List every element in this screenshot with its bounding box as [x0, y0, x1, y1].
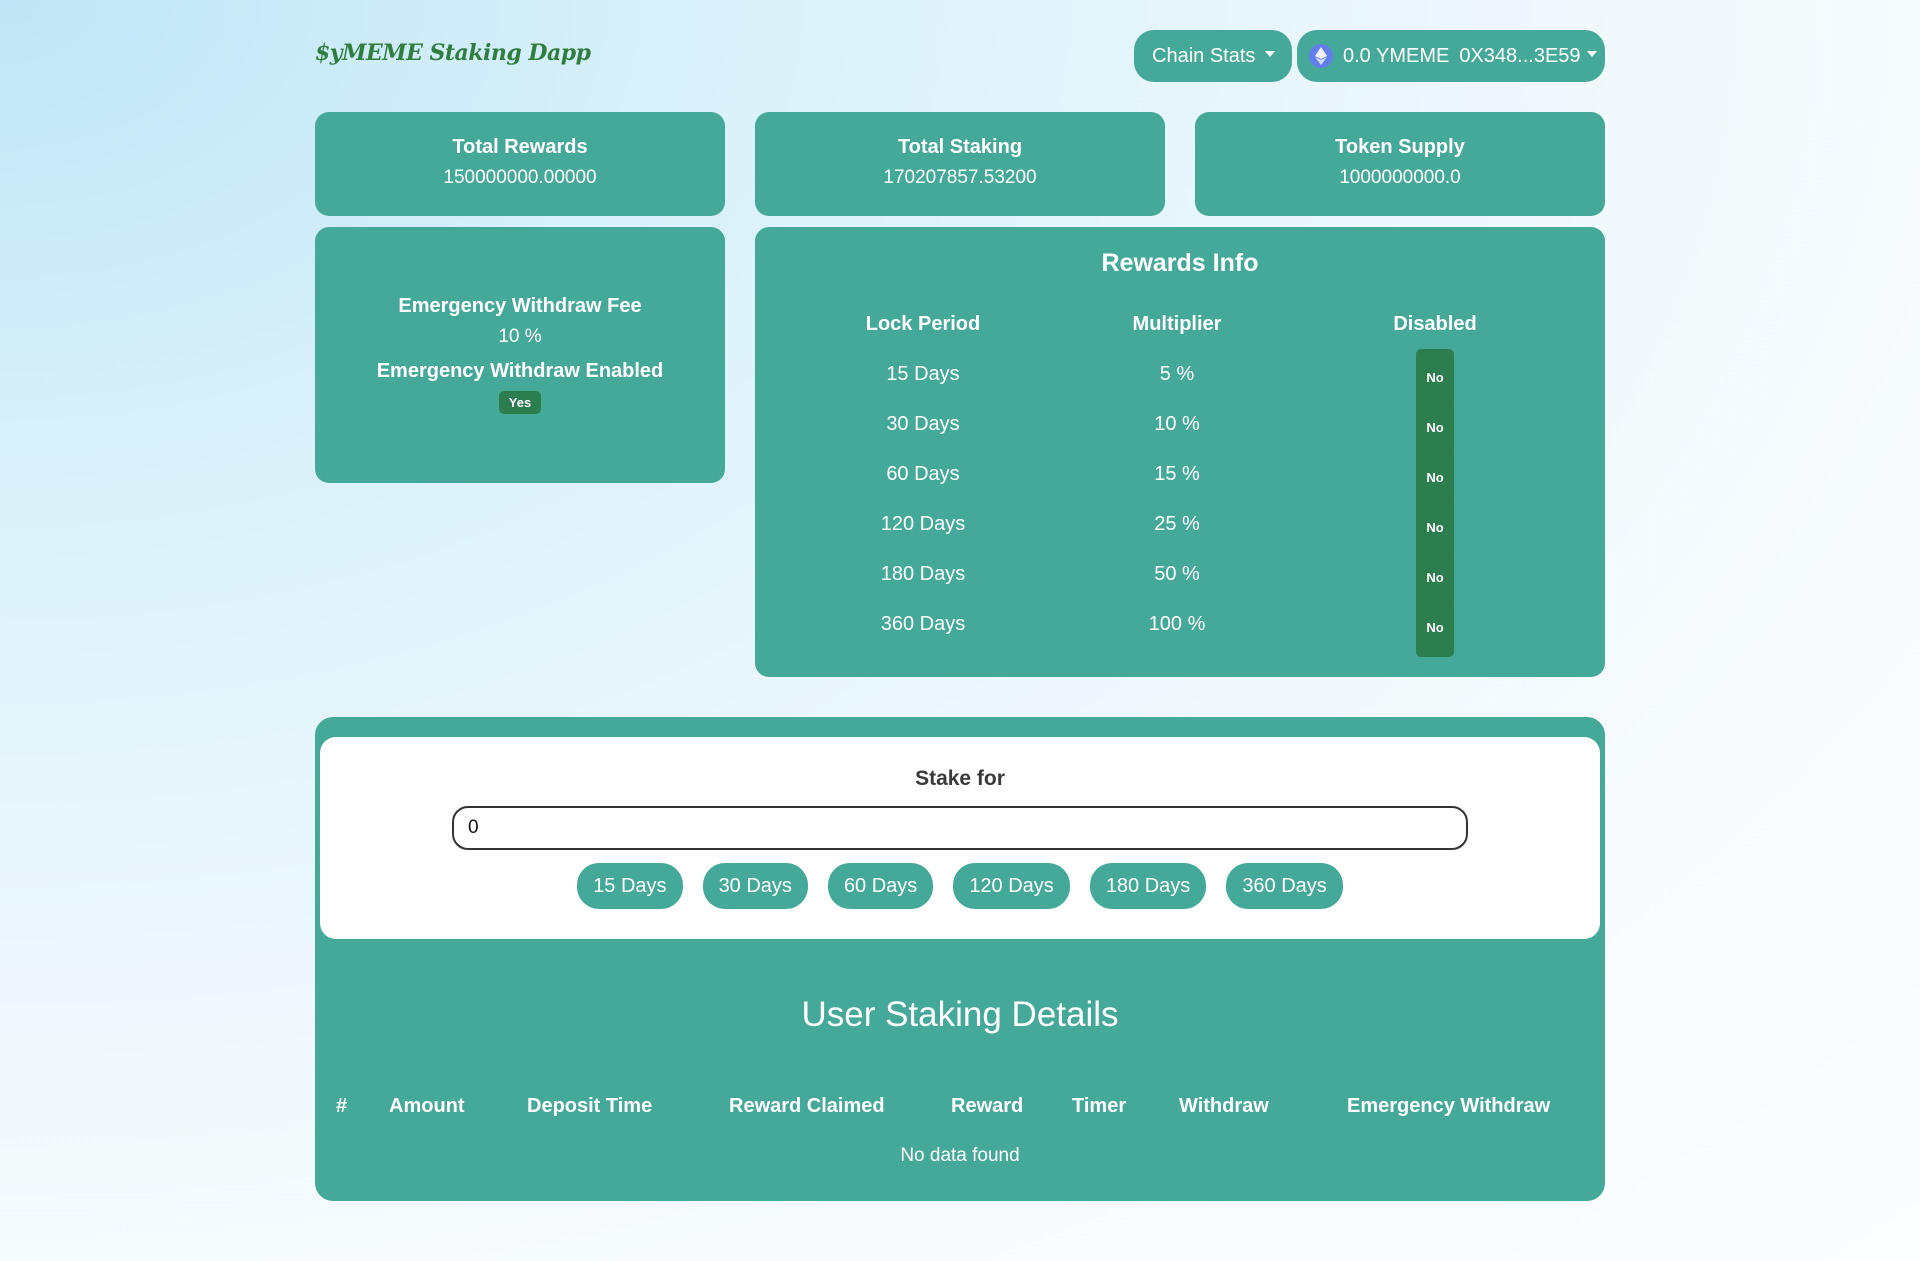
- stake-amount-input[interactable]: [452, 806, 1468, 850]
- rewards-info-title: Rewards Info: [1101, 249, 1259, 277]
- lock-period-cell: 60 Days: [886, 463, 960, 485]
- emergency-fee-label: Emergency Withdraw Fee: [398, 295, 642, 317]
- stake-60-days-button[interactable]: 60 Days: [827, 863, 934, 909]
- multiplier-cell: 50 %: [1154, 563, 1200, 585]
- table-row: 180 Days 50 % No: [755, 549, 1605, 607]
- header: $yMEME Staking Dapp Chain Stats 0.0 YMEM…: [315, 0, 1605, 112]
- lock-period-cell: 15 Days: [886, 363, 960, 385]
- chain-stats-label: Chain Stats: [1152, 44, 1256, 67]
- caret-down-icon: [1586, 51, 1597, 57]
- user-staking-table-header: # Amount Deposit Time Reward Claimed Rew…: [315, 1095, 1605, 1125]
- token-supply-card: Token Supply 1000000000.0: [1195, 112, 1605, 216]
- total-rewards-card: Total Rewards 150000000.00000: [315, 112, 725, 216]
- stat-value: 1000000000.0: [1339, 167, 1461, 188]
- stat-label: Token Supply: [1335, 136, 1465, 158]
- stake-120-days-button[interactable]: 120 Days: [953, 863, 1070, 909]
- page: $yMEME Staking Dapp Chain Stats 0.0 YMEM…: [315, 0, 1605, 1201]
- column-header-reward: Reward: [951, 1095, 1024, 1117]
- column-header-timer: Timer: [1072, 1095, 1127, 1117]
- stake-section: Stake for 15 Days 30 Days 60 Days 120 Da…: [315, 717, 1605, 1201]
- lock-period-cell: 180 Days: [880, 563, 966, 585]
- table-row: 360 Days 100 % No: [755, 599, 1605, 657]
- stake-15-days-button[interactable]: 15 Days: [577, 863, 683, 909]
- stat-label: Total Staking: [897, 136, 1023, 158]
- app-logo[interactable]: $yMEME Staking Dapp: [315, 40, 591, 66]
- lock-period-cell: 120 Days: [880, 513, 966, 535]
- multiplier-cell: 100 %: [1148, 613, 1206, 635]
- table-row: 15 Days 5 % No: [755, 349, 1605, 407]
- table-row: 120 Days 25 % No: [755, 499, 1605, 557]
- total-staking-card: Total Staking 170207857.53200: [755, 112, 1165, 216]
- emergency-withdraw-card: Emergency Withdraw Fee 10 % Emergency Wi…: [315, 227, 725, 483]
- table-row: 60 Days 15 % No: [755, 449, 1605, 507]
- column-header-reward-claimed: Reward Claimed: [729, 1095, 885, 1117]
- emergency-enabled-badge: Yes: [498, 391, 542, 414]
- lock-period-cell: 360 Days: [880, 613, 966, 635]
- column-header-index: #: [336, 1095, 348, 1117]
- lock-period-header: Lock Period: [865, 313, 981, 335]
- stat-label: Total Rewards: [452, 136, 588, 158]
- column-header-amount: Amount: [389, 1095, 465, 1117]
- stake-30-days-button[interactable]: 30 Days: [702, 863, 808, 909]
- stake-180-days-button[interactable]: 180 Days: [1089, 863, 1207, 909]
- column-header-withdraw: Withdraw: [1179, 1095, 1269, 1117]
- lock-period-cell: 30 Days: [886, 413, 960, 435]
- wallet-balance: 0.0 YMEME: [1343, 44, 1450, 67]
- multiplier-cell: 5 %: [1159, 363, 1195, 385]
- multiplier-cell: 15 %: [1154, 463, 1200, 485]
- disabled-badge: No: [1416, 599, 1454, 657]
- column-header-emergency-withdraw: Emergency Withdraw: [1347, 1095, 1551, 1117]
- table-row: 30 Days 10 % No: [755, 399, 1605, 457]
- column-header-deposit-time: Deposit Time: [527, 1095, 653, 1117]
- empty-state-message: No data found: [900, 1145, 1020, 1166]
- disabled-header: Disabled: [1393, 313, 1477, 335]
- stake-period-buttons: 15 Days 30 Days 60 Days 120 Days 180 Day…: [320, 863, 1600, 909]
- multiplier-cell: 10 %: [1154, 413, 1200, 435]
- chain-stats-button[interactable]: Chain Stats: [1134, 30, 1292, 82]
- multiplier-header: Multiplier: [1132, 313, 1222, 335]
- stake-form: Stake for 15 Days 30 Days 60 Days 120 Da…: [320, 737, 1600, 939]
- ethereum-icon: [1309, 44, 1333, 68]
- rewards-info-card: Rewards Info Lock Period Multiplier Disa…: [755, 227, 1605, 677]
- emergency-enabled-label: Emergency Withdraw Enabled: [376, 360, 664, 382]
- user-staking-details-title: User Staking Details: [801, 995, 1119, 1034]
- stat-value: 150000000.00000: [443, 167, 597, 188]
- multiplier-cell: 25 %: [1154, 513, 1200, 535]
- wallet-button[interactable]: 0.0 YMEME 0X348...3E59: [1297, 30, 1605, 82]
- stake-360-days-button[interactable]: 360 Days: [1226, 863, 1343, 909]
- caret-down-icon: [1265, 51, 1276, 57]
- emergency-fee-value: 10 %: [498, 326, 542, 347]
- stake-for-label: Stake for: [915, 767, 1005, 790]
- wallet-address: 0X348...3E59: [1459, 44, 1581, 67]
- rewards-table-header: Lock Period Multiplier Disabled: [755, 299, 1605, 349]
- rewards-table: Lock Period Multiplier Disabled 15 Days …: [755, 299, 1605, 657]
- stat-value: 170207857.53200: [883, 167, 1037, 188]
